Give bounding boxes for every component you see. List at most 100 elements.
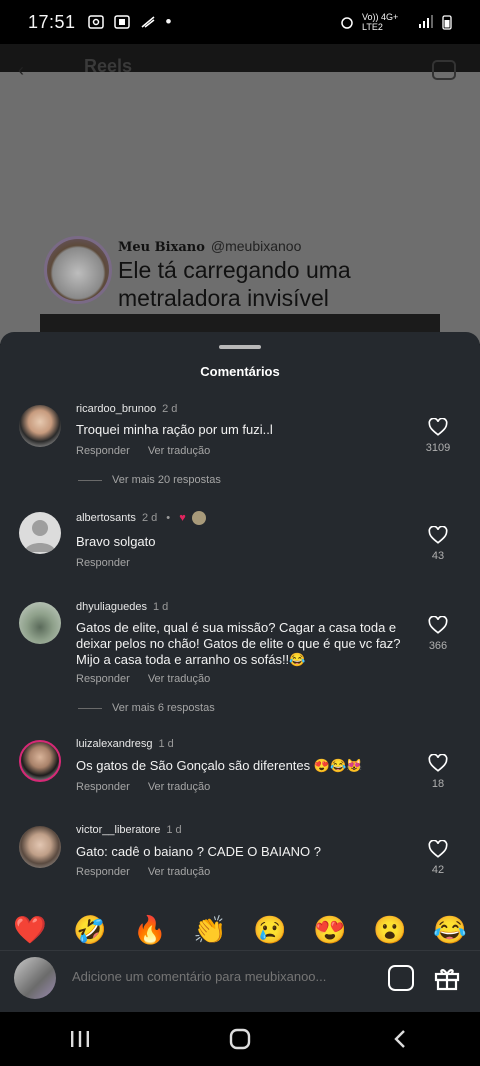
wifi-calling-icon — [141, 16, 155, 28]
comment-text: Gatos de elite, qual é sua missão? Cagar… — [76, 620, 401, 667]
camera-icon[interactable] — [432, 60, 456, 80]
translate-button[interactable]: Ver tradução — [148, 673, 210, 685]
post-author-name: Meu Bixano — [118, 240, 205, 255]
like-button[interactable]: 43 — [418, 526, 458, 562]
comment-text: Os gatos de São Gonçalo são diferentes 😍… — [76, 758, 363, 773]
comment-text: Gato: cadê o baiano ? CADE O BAIANO ? — [76, 844, 321, 859]
reaction-rofl-icon[interactable]: 🤣 — [73, 914, 107, 946]
reply-button[interactable]: Responder — [76, 866, 130, 878]
default-avatar-icon — [24, 520, 56, 552]
view-more-replies[interactable]: Ver mais 6 respostas — [78, 702, 215, 714]
system-navigation-bar — [0, 1012, 480, 1066]
comment-time: 2 d — [141, 511, 158, 524]
view-more-replies[interactable]: Ver mais 20 respostas — [78, 474, 221, 486]
comment-avatar[interactable] — [19, 826, 61, 868]
status-icons: • — [87, 12, 172, 32]
quick-reactions-bar: ❤️ 🤣 🔥 👏 😢 😍 😮 😂 — [0, 910, 480, 950]
reaction-crying-icon[interactable]: 😢 — [253, 914, 287, 946]
comment-username[interactable]: albertosants 2 d • ♥ — [76, 511, 206, 525]
comment-actions: Responder — [76, 557, 130, 569]
status-bar: 17:51 • Vo)) 4G+ LTE2 — [0, 0, 480, 44]
comment-actions: Responder Ver tradução — [76, 781, 210, 793]
comment-avatar[interactable] — [19, 405, 61, 447]
comment-username[interactable]: dhyuliaguedes 1 d — [76, 601, 168, 613]
reels-title: Reels — [84, 56, 133, 76]
recent-apps-icon — [71, 1031, 89, 1047]
record-icon — [113, 15, 130, 29]
comment-text: Bravo solgato — [76, 534, 156, 549]
heart-icon — [428, 616, 448, 634]
reaction-fire-icon[interactable]: 🔥 — [133, 914, 167, 946]
comment-compose-bar — [0, 950, 480, 1010]
post-handle: @meubixanoo — [210, 238, 302, 254]
like-count: 366 — [428, 640, 448, 652]
like-count: 43 — [431, 550, 445, 562]
alarm-icon — [341, 17, 353, 29]
heart-icon — [428, 418, 448, 436]
heart-icon — [428, 840, 448, 858]
screenshot-icon — [87, 15, 104, 29]
heart-icon — [428, 526, 448, 544]
comment-input[interactable] — [72, 969, 362, 984]
reaction-laughing-icon[interactable]: 😂 — [433, 914, 467, 946]
network-label: Vo)) 4G+ LTE2 — [362, 12, 399, 32]
like-button[interactable]: 42 — [418, 840, 458, 876]
reaction-surprised-icon[interactable]: 😮 — [373, 914, 407, 946]
comment-avatar[interactable] — [19, 602, 61, 644]
comment-username[interactable]: ricardoo_brunoo 2 d — [76, 403, 177, 415]
comment-time: 1 d — [152, 601, 169, 613]
comment-time: 1 d — [158, 738, 174, 750]
post-title: Ele tá carregando uma metraladora invisí… — [118, 257, 351, 311]
back-button[interactable] — [370, 1019, 430, 1059]
gift-icon[interactable] — [434, 965, 460, 991]
like-button[interactable]: 3109 — [418, 418, 458, 454]
like-count: 18 — [431, 778, 445, 790]
reaction-heart-eyes-icon[interactable]: 😍 — [313, 914, 347, 946]
reply-button[interactable]: Responder — [76, 781, 130, 793]
status-right: Vo)) 4G+ LTE2 — [340, 12, 452, 32]
current-user-avatar — [14, 957, 56, 999]
comment-actions: Responder Ver tradução — [76, 866, 210, 878]
sticker-icon[interactable] — [388, 965, 414, 991]
heart-icon — [428, 754, 448, 772]
translate-button[interactable]: Ver tradução — [148, 445, 210, 457]
like-count: 3109 — [425, 442, 451, 454]
notification-dot: • — [165, 12, 172, 31]
sheet-drag-handle[interactable] — [219, 345, 261, 349]
reaction-heart-icon[interactable]: ❤️ — [13, 914, 47, 946]
translate-button[interactable]: Ver tradução — [148, 781, 210, 793]
author-liked-heart-icon: ♥ — [179, 511, 186, 524]
author-avatar-badge — [191, 511, 206, 525]
reel-post-card: Meu Bixano @meubixanoo Ele tá carregando … — [44, 236, 444, 316]
home-button[interactable] — [210, 1019, 270, 1059]
home-icon — [229, 1028, 251, 1050]
comment-actions: Responder Ver tradução — [76, 445, 210, 457]
battery-icon — [442, 15, 452, 30]
translate-button[interactable]: Ver tradução — [148, 866, 210, 878]
back-arrow-icon[interactable]: ‹ — [18, 60, 24, 81]
reel-topbar — [0, 44, 480, 72]
comment-username[interactable]: luizalexandresg 1 d — [76, 738, 174, 750]
like-button[interactable]: 18 — [418, 754, 458, 790]
reply-button[interactable]: Responder — [76, 445, 130, 457]
comment-time: 1 d — [166, 824, 182, 836]
signal-icon — [419, 15, 433, 28]
comment-text: Troquei minha ração por um fuzi..l — [76, 422, 273, 437]
sheet-title: Comentários — [200, 364, 280, 379]
like-count: 42 — [431, 864, 445, 876]
comment-avatar[interactable] — [19, 512, 61, 554]
comment-avatar[interactable] — [19, 740, 61, 782]
separator-dot: • — [166, 511, 171, 524]
reaction-clap-icon[interactable]: 👏 — [193, 914, 227, 946]
recent-apps-button[interactable] — [50, 1019, 110, 1059]
comment-actions: Responder Ver tradução — [76, 673, 210, 685]
post-author: Meu Bixano @meubixanoo — [118, 238, 301, 255]
status-time: 17:51 — [28, 11, 76, 32]
reply-button[interactable]: Responder — [76, 557, 130, 569]
reply-button[interactable]: Responder — [76, 673, 130, 685]
comment-username[interactable]: victor__liberatore 1 d — [76, 824, 182, 836]
like-button[interactable]: 366 — [418, 616, 458, 652]
comment-time: 2 d — [162, 403, 178, 415]
back-icon — [394, 1030, 405, 1048]
post-avatar — [44, 236, 112, 304]
